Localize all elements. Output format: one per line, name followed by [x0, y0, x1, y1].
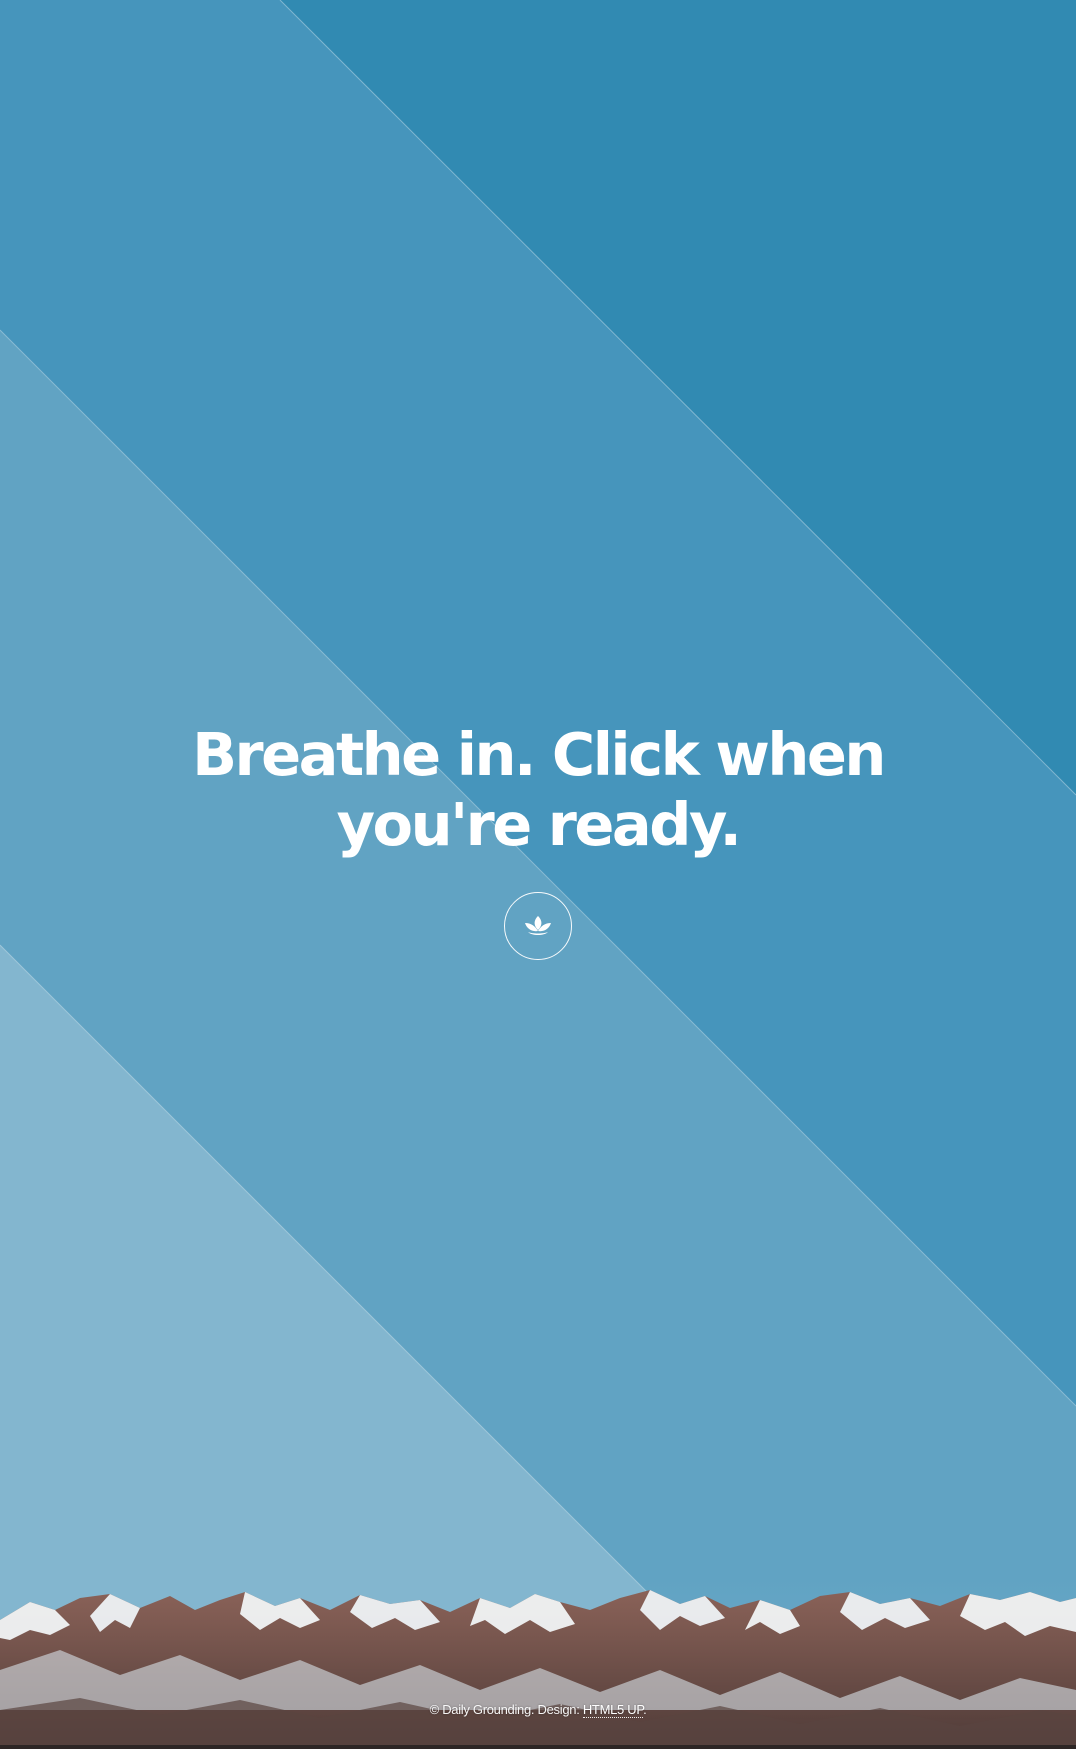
bottom-edge [0, 1745, 1076, 1749]
enter-button[interactable] [504, 892, 572, 960]
footer-copyright: © Daily Grounding. Design: [429, 1702, 583, 1717]
footer-credits: © Daily Grounding. Design: HTML5 UP. [0, 1702, 1076, 1718]
lotus-icon [525, 916, 551, 935]
hero-headline: Breathe in. Click when you're ready. [192, 720, 886, 859]
mountain-range-image [0, 1580, 1076, 1749]
hero-section: Breathe in. Click when you're ready. [0, 720, 1076, 960]
html5up-link[interactable]: HTML5 UP [582, 1702, 643, 1718]
footer-period: . [643, 1702, 647, 1717]
